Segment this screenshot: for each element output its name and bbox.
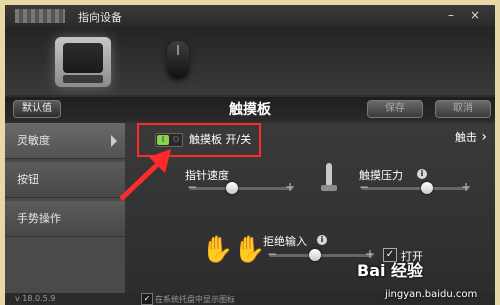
pressure-icon — [321, 163, 337, 195]
touch-pressure-thumb[interactable] — [420, 182, 433, 194]
default-button[interactable]: 默认值 — [13, 100, 61, 118]
sidebar-item-buttons[interactable]: 按钮 — [5, 162, 125, 198]
version-text: v 18.0.5.9 — [15, 294, 56, 303]
touchpad-device-icon[interactable] — [55, 37, 111, 87]
red-arrow-annotation — [119, 149, 171, 201]
title-bar: 指向设备 – × — [5, 5, 495, 27]
sidebar-item-sensitivity[interactable]: 灵敏度 — [5, 123, 125, 159]
cancel-button[interactable]: 取消 — [435, 100, 491, 118]
palm-reject-minus-icon[interactable]: − — [267, 247, 277, 261]
window-title: 指向设备 — [78, 11, 122, 24]
pointer-speed-slider[interactable]: − + — [187, 180, 295, 195]
pointer-speed-track — [189, 187, 293, 190]
sidebar-item-gestures[interactable]: 手势操作 — [5, 201, 125, 237]
page-title: 触摸板 — [229, 102, 271, 118]
tray-icon-checkbox[interactable]: ✓ — [141, 293, 153, 305]
save-button[interactable]: 保存 — [367, 100, 423, 118]
pointer-speed-thumb[interactable] — [225, 182, 238, 194]
app-logo-icon — [15, 9, 65, 23]
touchpad-surface — [63, 43, 103, 73]
pointer-speed-plus-icon[interactable]: + — [285, 180, 295, 194]
mouse-device-icon[interactable] — [167, 41, 189, 79]
window-frame: 指向设备 – × 默认值 触摸板 保存 取消 灵敏度 按钮 手势操作 I O 触… — [0, 0, 500, 305]
close-button[interactable]: × — [467, 8, 483, 22]
touch-pressure-plus-icon[interactable]: + — [461, 180, 471, 194]
tray-icon-label: 在系统托盘中显示图标 — [155, 295, 235, 304]
toolbar: 默认值 触摸板 保存 取消 — [5, 97, 495, 121]
touch-pressure-info-icon[interactable]: i — [417, 169, 427, 179]
palm-reject-info-icon[interactable]: i — [317, 235, 327, 245]
touchpad-toggle-label: 触摸板 开/关 — [189, 133, 252, 146]
watermark-url: jingyan.baidu.com — [385, 289, 478, 300]
touch-pressure-slider[interactable]: − + — [359, 180, 471, 195]
device-header — [5, 27, 495, 95]
touch-link[interactable]: 触击 — [455, 129, 487, 145]
pointer-speed-minus-icon[interactable]: − — [187, 180, 197, 194]
baidu-watermark: Bai 经验 jingyan.baidu.com — [357, 257, 497, 305]
touch-pressure-minus-icon[interactable]: − — [359, 180, 369, 194]
touch-pressure-track — [361, 187, 469, 190]
watermark-text: Bai 经验 — [357, 261, 424, 280]
palm-reject-thumb[interactable] — [309, 249, 322, 261]
minimize-button[interactable]: – — [443, 8, 459, 22]
sidebar: 灵敏度 按钮 手势操作 — [5, 123, 125, 293]
touchpad-buttons — [63, 75, 103, 83]
